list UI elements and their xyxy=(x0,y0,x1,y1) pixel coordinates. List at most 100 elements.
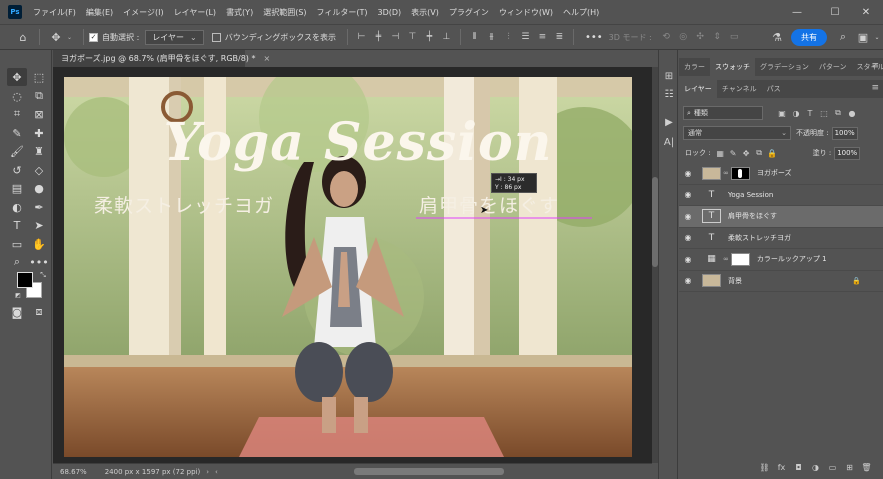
hand-tool-icon[interactable]: ✋ xyxy=(29,235,49,253)
document-tab[interactable]: ヨガポーズ.jpg @ 68.7% (肩甲骨をほぐす, RGB/8) * × xyxy=(53,50,270,67)
tab-color[interactable]: カラー xyxy=(679,58,710,76)
3d-slide-icon[interactable]: ⇕ xyxy=(709,27,726,47)
visibility-eye-icon[interactable]: ◉ xyxy=(679,212,697,221)
visibility-eye-icon[interactable]: ◉ xyxy=(679,169,697,178)
zoom-tool-icon[interactable]: ⌕ xyxy=(7,253,27,271)
auto-select-target-dropdown[interactable]: レイヤー ⌄ xyxy=(145,29,204,45)
visibility-eye-icon[interactable]: ◉ xyxy=(679,255,697,264)
distribute-right-icon[interactable]: ⫶ xyxy=(500,27,517,47)
opacity-input[interactable]: 100% xyxy=(831,126,858,140)
marquee-tool-icon[interactable]: ⬚ xyxy=(29,68,49,86)
new-group-icon[interactable]: ▭ xyxy=(824,463,841,472)
fill-input[interactable]: 100% xyxy=(834,146,861,160)
horizontal-scroll-thumb[interactable] xyxy=(354,468,504,475)
new-layer-icon[interactable]: ⊞ xyxy=(841,463,858,472)
eyedropper-tool-icon[interactable]: ✎ xyxy=(7,124,27,142)
distribute-center-icon[interactable]: ⫵ xyxy=(483,27,500,47)
tab-paths[interactable]: パス xyxy=(762,80,786,98)
move-tool-icon[interactable]: ✥ xyxy=(7,68,27,86)
filter-type-icon[interactable]: T xyxy=(803,109,817,118)
healing-brush-tool-icon[interactable]: ✚ xyxy=(29,124,49,142)
share-button[interactable]: 共有 xyxy=(791,29,827,46)
blur-tool-icon[interactable]: ● xyxy=(29,179,49,197)
gradient-tool-icon[interactable]: ▤ xyxy=(7,179,27,197)
distribute-top-icon[interactable]: ☰ xyxy=(517,27,534,47)
quick-mask-icon[interactable]: ◙ xyxy=(7,303,27,321)
layer-style-icon[interactable]: fx xyxy=(773,463,790,472)
lock-artboard-icon[interactable]: ⧉ xyxy=(753,148,766,158)
3d-pan-icon[interactable]: ✣ xyxy=(692,27,709,47)
visibility-eye-icon[interactable]: ◉ xyxy=(679,276,697,285)
frame-tool-icon[interactable]: ⊠ xyxy=(29,105,49,123)
home-icon[interactable]: ⌂ xyxy=(12,26,34,48)
link-chain-icon[interactable]: ∞ xyxy=(723,255,729,263)
minimize-button[interactable]: — xyxy=(780,0,814,24)
link-chain-icon[interactable]: ∞ xyxy=(723,169,729,177)
clone-stamp-tool-icon[interactable]: ♜ xyxy=(29,142,49,160)
search-icon[interactable]: ⌕ xyxy=(832,26,854,48)
layer-filter-dropdown[interactable]: ⌕ 種類 xyxy=(683,106,763,120)
lasso-tool-icon[interactable]: ◌ xyxy=(7,87,27,105)
path-select-tool-icon[interactable]: ➤ xyxy=(29,216,49,234)
lock-all-icon[interactable]: 🔒 xyxy=(766,149,779,158)
canvas-right-subtitle[interactable]: 肩甲骨をほぐす xyxy=(419,191,559,218)
layer-row[interactable]: ◉ 背景 🔒 xyxy=(679,271,883,292)
menu-view[interactable]: 表示(V) xyxy=(406,7,444,18)
zoom-level[interactable]: 68.67% xyxy=(60,468,87,476)
canvas-heading-text[interactable]: Yoga Session xyxy=(98,112,618,173)
menu-type[interactable]: 書式(Y) xyxy=(221,7,258,18)
filter-pixel-icon[interactable]: ▣ xyxy=(775,109,789,118)
object-select-tool-icon[interactable]: ⧉ xyxy=(29,87,49,105)
auto-select-checkbox[interactable]: ✓ xyxy=(89,32,99,42)
chevron-down-icon[interactable]: ⌄ xyxy=(866,26,883,48)
character-icon[interactable]: A| xyxy=(661,134,677,150)
type-tool-icon[interactable]: T xyxy=(7,216,27,234)
add-mask-icon[interactable]: ◘ xyxy=(790,463,807,472)
tab-swatches[interactable]: スウォッチ xyxy=(710,58,755,76)
lock-paint-icon[interactable]: ✎ xyxy=(727,149,740,158)
3d-roll-icon[interactable]: ◎ xyxy=(675,27,692,47)
menu-3d[interactable]: 3D(D) xyxy=(373,8,407,17)
align-middle-icon[interactable]: ┿ xyxy=(421,27,438,47)
canvas-area[interactable]: Yoga Session 柔軟ストレッチヨガ 肩甲骨をほぐす →I : 34 p… xyxy=(53,67,652,463)
menu-help[interactable]: ヘルプ(H) xyxy=(558,7,604,18)
align-top-icon[interactable]: ⊤ xyxy=(404,27,421,47)
canvas-left-subtitle[interactable]: 柔軟ストレッチヨガ xyxy=(94,191,274,218)
crop-tool-icon[interactable]: ⌗ xyxy=(7,105,27,123)
history-brush-tool-icon[interactable]: ↺ xyxy=(7,161,27,179)
flask-icon[interactable]: ⚗ xyxy=(766,26,788,48)
close-tab-icon[interactable]: × xyxy=(263,54,270,63)
move-tool-icon[interactable]: ✥ xyxy=(45,26,67,48)
tab-patterns[interactable]: パターン xyxy=(814,58,852,76)
panel-menu-icon[interactable]: ≡ xyxy=(871,61,879,71)
distribute-bottom-icon[interactable]: ≣ xyxy=(551,27,568,47)
lock-transparent-icon[interactable]: ▦ xyxy=(714,149,727,158)
visibility-eye-icon[interactable]: ◉ xyxy=(679,190,697,199)
document-canvas[interactable]: Yoga Session 柔軟ストレッチヨガ 肩甲骨をほぐす →I : 34 p… xyxy=(64,77,632,457)
pen-tool-icon[interactable]: ✒ xyxy=(29,198,49,216)
3d-scale-icon[interactable]: ▭ xyxy=(726,27,743,47)
adjustments-icon[interactable]: ☷ xyxy=(661,86,677,102)
tab-channels[interactable]: チャンネル xyxy=(717,80,762,98)
filter-shape-icon[interactable]: ⬚ xyxy=(817,109,831,118)
filter-adjustment-icon[interactable]: ◑ xyxy=(789,109,803,118)
menu-select[interactable]: 選択範囲(S) xyxy=(258,7,311,18)
new-adjustment-icon[interactable]: ◑ xyxy=(807,463,824,472)
history-icon[interactable]: ⊞ xyxy=(661,68,677,84)
align-bottom-icon[interactable]: ⊥ xyxy=(438,27,455,47)
menu-window[interactable]: ウィンドウ(W) xyxy=(494,7,558,18)
default-colors-icon[interactable]: ◩ xyxy=(8,286,28,304)
adjustment-mask-thumbnail[interactable] xyxy=(730,252,750,266)
eraser-tool-icon[interactable]: ◇ xyxy=(29,161,49,179)
brush-tool-icon[interactable]: 🖌 xyxy=(7,142,27,160)
tab-layers[interactable]: レイヤー xyxy=(679,80,717,98)
chevron-down-icon[interactable]: ⌄ xyxy=(67,34,72,41)
layers-panel-menu-icon[interactable]: ≡ xyxy=(871,83,879,93)
filter-smart-object-icon[interactable]: ⧉ xyxy=(831,108,845,118)
layer-row[interactable]: ◉ ∞ ヨガポーズ xyxy=(679,163,883,185)
menu-layer[interactable]: レイヤー(L) xyxy=(169,7,221,18)
scroll-left-icon[interactable]: ‹ xyxy=(215,468,218,476)
3d-orbit-icon[interactable]: ⟲ xyxy=(658,27,675,47)
dodge-tool-icon[interactable]: ◐ xyxy=(7,198,27,216)
visibility-eye-icon[interactable]: ◉ xyxy=(679,233,697,242)
